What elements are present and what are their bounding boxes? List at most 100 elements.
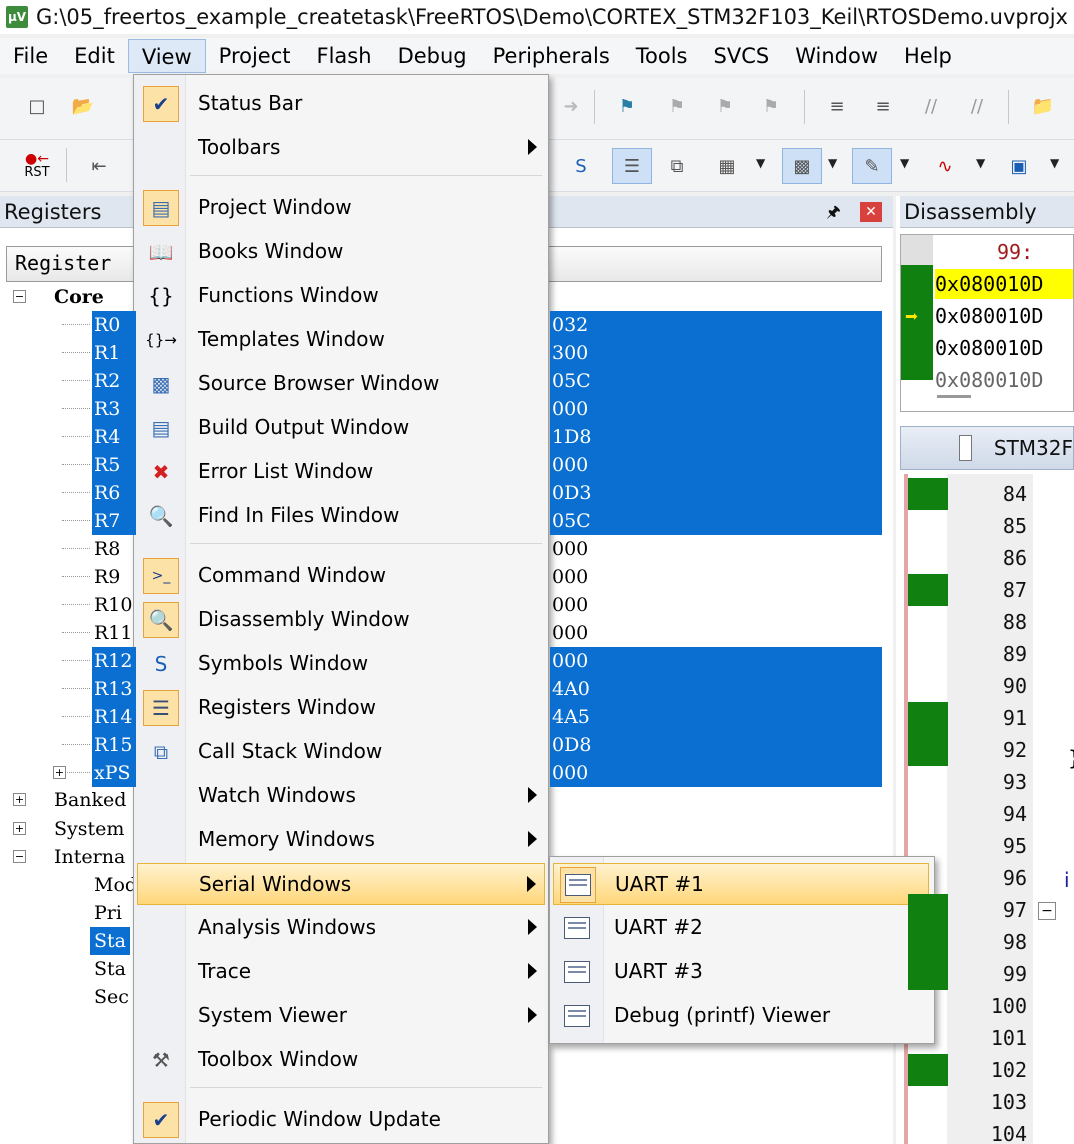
bookmark-clear-icon[interactable]: ⚑ (756, 92, 786, 120)
expand-icon[interactable]: + (13, 822, 26, 835)
find-in-files-toolbar-icon[interactable]: 📁 (1028, 92, 1058, 120)
tree-system[interactable]: System (54, 815, 124, 843)
menu-help[interactable]: Help (891, 39, 965, 73)
tree-item-states[interactable]: Sta (94, 955, 126, 983)
comment-icon[interactable]: // (916, 92, 946, 120)
register-name-10[interactable]: R10 (92, 591, 136, 619)
menu-svcs[interactable]: SVCS (701, 39, 783, 73)
expand-icon[interactable]: + (13, 793, 26, 806)
menu-item-templates-window[interactable]: {}→ Templates Window (137, 319, 545, 361)
forward-arrow-icon[interactable]: ➜ (556, 92, 586, 120)
register-name-16[interactable]: xPS (92, 759, 136, 787)
open-folder-icon[interactable]: 📂 (68, 92, 98, 120)
menu-item-registers-window[interactable]: ☰ Registers Window (137, 687, 545, 729)
menu-item-toolbox-window[interactable]: ⚒ Toolbox Window (137, 1039, 545, 1081)
register-name-7[interactable]: R7 (92, 507, 136, 535)
menu-item-error-list-window[interactable]: ✖ Error List Window (137, 451, 545, 493)
register-name-14[interactable]: R14 (92, 703, 136, 731)
menu-peripherals[interactable]: Peripherals (480, 39, 623, 73)
collapse-icon[interactable]: − (13, 290, 26, 303)
source-file-tab[interactable]: STM32F (900, 426, 1074, 470)
menu-item-periodic-window-update[interactable]: ✔ Periodic Window Update (137, 1099, 545, 1141)
menu-item-watch-windows[interactable]: Watch Windows (137, 775, 545, 817)
menu-item-functions-window[interactable]: {} Functions Window (137, 275, 545, 317)
register-value-9[interactable]: 000 (550, 563, 882, 591)
chevron-down-icon[interactable]: ▼ (976, 156, 985, 170)
serial-toolbar-icon[interactable]: ✎ (852, 148, 892, 184)
register-value-13[interactable]: 4A0 (550, 675, 882, 703)
bookmark-prev-icon[interactable]: ⚑ (662, 92, 692, 120)
submenu-item-uart-2[interactable]: UART #2 (553, 907, 929, 949)
menu-item-system-viewer[interactable]: System Viewer (137, 995, 545, 1037)
register-name-12[interactable]: R12 (92, 647, 136, 675)
register-value-5[interactable]: 000 (550, 451, 882, 479)
disassembly-line[interactable]: 0x080010D (935, 301, 1043, 331)
menu-file[interactable]: File (0, 39, 61, 73)
menu-item-call-stack-window[interactable]: ⧉ Call Stack Window (137, 731, 545, 773)
register-value-11[interactable]: 000 (550, 619, 882, 647)
new-file-icon[interactable]: □ (22, 92, 52, 120)
disassembly-view[interactable]: 99: 0x080010D ➡ 0x080010D 0x080010D 0x08… (900, 234, 1074, 412)
fold-collapse-icon[interactable]: − (1038, 902, 1056, 920)
menu-tools[interactable]: Tools (623, 39, 701, 73)
tree-banked[interactable]: Banked (54, 786, 126, 814)
tree-item-mode[interactable]: Mod (94, 871, 137, 899)
register-name-15[interactable]: R15 (92, 731, 136, 759)
bookmark-flag-icon[interactable]: ⚑ (612, 92, 642, 120)
reset-icon[interactable]: ●← RST (18, 148, 56, 184)
unindent-icon[interactable]: ≡ (868, 92, 898, 120)
register-value-12[interactable]: 000 (550, 647, 882, 675)
register-value-0[interactable]: 032 (550, 311, 882, 339)
chevron-down-icon[interactable]: ▼ (756, 156, 765, 170)
register-name-13[interactable]: R13 (92, 675, 136, 703)
register-value-2[interactable]: 05C (550, 367, 882, 395)
register-name-1[interactable]: R1 (92, 339, 136, 367)
menu-edit[interactable]: Edit (61, 39, 128, 73)
register-name-6[interactable]: R6 (92, 479, 136, 507)
menu-item-find-in-files-window[interactable]: 🔍 Find In Files Window (137, 495, 545, 537)
register-value-4[interactable]: 1D8 (550, 423, 882, 451)
registers-toolbar-icon[interactable]: ☰ (612, 148, 652, 184)
menu-item-build-output-window[interactable]: ▤ Build Output Window (137, 407, 545, 449)
disassembly-line[interactable]: 0x080010D (935, 365, 1043, 395)
register-name-11[interactable]: R11 (92, 619, 136, 647)
submenu-item-debug-printf-viewer[interactable]: Debug (printf) Viewer (553, 995, 929, 1037)
menu-item-source-browser-window[interactable]: ▩ Source Browser Window (137, 363, 545, 405)
register-value-16[interactable]: 000 (550, 759, 882, 787)
disassembly-current-line[interactable]: 0x080010D (935, 269, 1073, 299)
close-icon[interactable]: ✕ (860, 202, 882, 222)
register-value-15[interactable]: 0D8 (550, 731, 882, 759)
memory-toolbar-icon[interactable]: ▩ (782, 148, 822, 184)
menu-item-books-window[interactable]: 📖 Books Window (137, 231, 545, 273)
menu-item-project-window[interactable]: ▤ Project Window (137, 187, 545, 229)
expand-icon[interactable]: + (53, 766, 66, 779)
chevron-down-icon[interactable]: ▼ (828, 156, 837, 170)
menu-view[interactable]: View (127, 39, 206, 73)
menu-flash[interactable]: Flash (304, 39, 385, 73)
submenu-item-uart-1[interactable]: UART #1 (553, 863, 929, 905)
menu-item-analysis-windows[interactable]: Analysis Windows (137, 907, 545, 949)
register-value-6[interactable]: 0D3 (550, 479, 882, 507)
register-value-7[interactable]: 05C (550, 507, 882, 535)
menu-item-serial-windows[interactable]: Serial Windows (137, 863, 545, 905)
register-name-9[interactable]: R9 (92, 563, 136, 591)
register-name-4[interactable]: R4 (92, 423, 136, 451)
step-icon[interactable]: ⇤ (84, 152, 114, 180)
collapse-icon[interactable]: − (13, 850, 26, 863)
system-viewer-toolbar-icon[interactable]: ▣ (1004, 152, 1034, 180)
menu-item-toolbars[interactable]: Toolbars (137, 127, 545, 169)
chevron-down-icon[interactable]: ▼ (1050, 156, 1059, 170)
tree-item-stack-selected[interactable]: Sta (90, 927, 130, 955)
uncomment-icon[interactable]: // (962, 92, 992, 120)
tree-internal[interactable]: Interna (54, 843, 125, 871)
submenu-item-uart-3[interactable]: UART #3 (553, 951, 929, 993)
menu-debug[interactable]: Debug (385, 39, 480, 73)
scrollbar-thumb[interactable] (937, 395, 971, 398)
menu-item-symbols-window[interactable]: S Symbols Window (137, 643, 545, 685)
menu-project[interactable]: Project (206, 39, 304, 73)
trace-toolbar-icon[interactable]: ∿ (930, 152, 960, 180)
register-value-1[interactable]: 300 (550, 339, 882, 367)
register-name-2[interactable]: R2 (92, 367, 136, 395)
register-value-10[interactable]: 000 (550, 591, 882, 619)
tree-item-privilege[interactable]: Pri (94, 899, 122, 927)
